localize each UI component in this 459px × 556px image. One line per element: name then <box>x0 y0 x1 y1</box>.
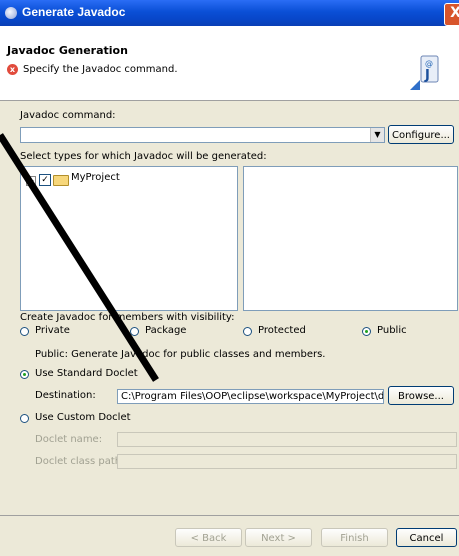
annotation-slash <box>0 133 159 382</box>
annotation-slash-line <box>0 133 159 382</box>
generate-javadoc-dialog: Generate Javadoc X Javadoc Generation x … <box>0 0 459 556</box>
